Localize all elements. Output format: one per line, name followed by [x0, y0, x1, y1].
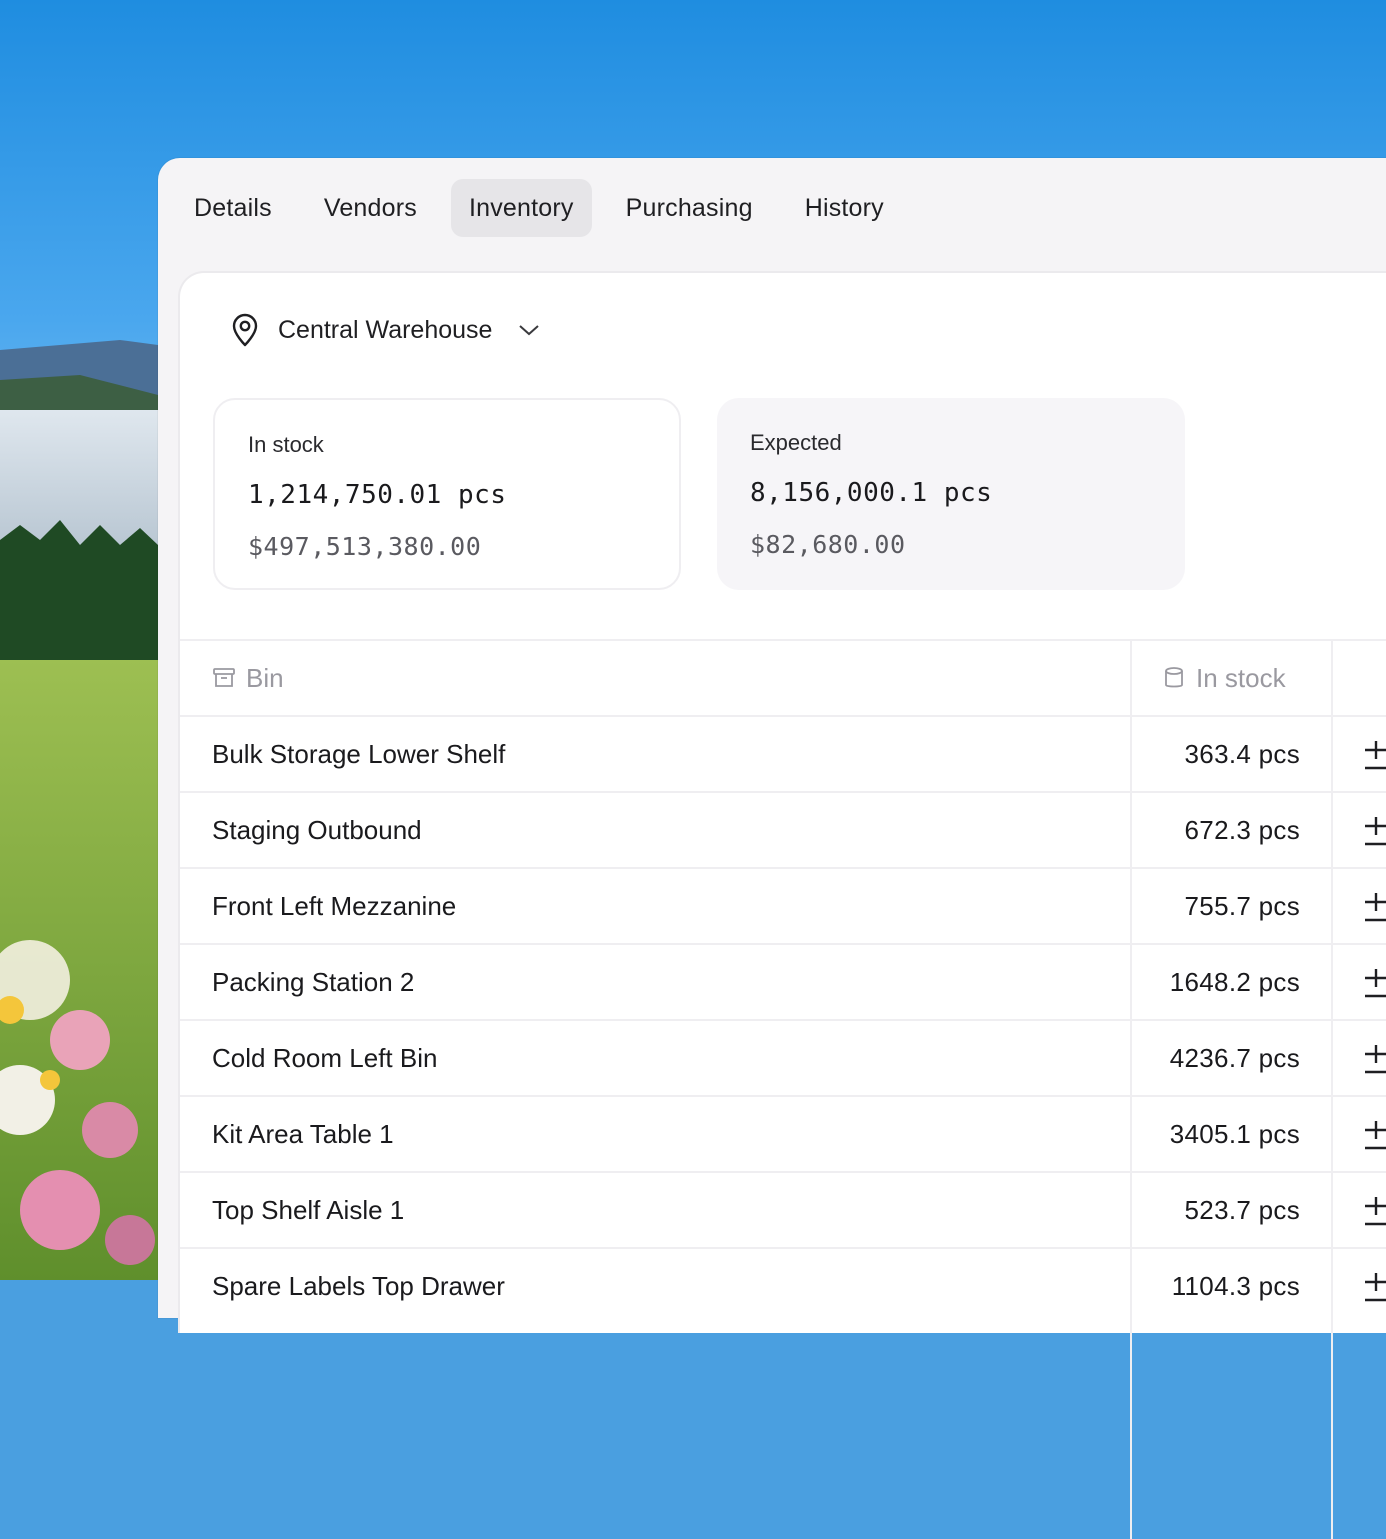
in-stock-value: $497,513,380.00 [248, 532, 482, 561]
table-row[interactable]: Cold Room Left Bin 4236.7 pcs [180, 1019, 1386, 1095]
in-stock-label: In stock [248, 432, 324, 457]
expected-summary: Expected 8,156,000.1 pcs $82,680.00 [717, 398, 1185, 590]
plus-minus-icon[interactable] [1363, 1043, 1386, 1075]
inventory-card: Central Warehouse In stock 1,214,750.01 … [178, 271, 1386, 1539]
tab-history[interactable]: History [787, 179, 902, 237]
chevron-down-icon [519, 325, 540, 336]
bin-name: Top Shelf Aisle 1 [212, 1194, 405, 1225]
bin-name: Staging Outbound [212, 814, 422, 845]
plus-minus-icon[interactable] [1363, 739, 1386, 771]
bin-quantity: 363.4 pcs [1184, 738, 1300, 769]
column-header-bin[interactable]: Bin [212, 663, 284, 694]
bin-name: Kit Area Table 1 [212, 1118, 394, 1149]
bin-name: Packing Station 2 [212, 966, 415, 997]
in-stock-summary: In stock 1,214,750.01 pcs $497,513,380.0… [213, 398, 681, 590]
table-row[interactable]: Bulk Storage Lower Shelf 363.4 pcs [180, 715, 1386, 791]
plus-minus-icon[interactable] [1363, 967, 1386, 999]
location-selector[interactable]: Central Warehouse [230, 313, 540, 347]
bin-quantity: 672.3 pcs [1184, 814, 1300, 845]
bin-name: Bulk Storage Lower Shelf [212, 738, 506, 769]
table-row[interactable]: Kit Area Table 1 3405.1 pcs [180, 1095, 1386, 1171]
bin-table: Bin In stock Bulk Storage Lower Shelf 36… [180, 639, 1386, 1539]
table-header: Bin In stock [180, 639, 1386, 715]
tab-purchasing[interactable]: Purchasing [608, 179, 771, 237]
tab-details[interactable]: Details [176, 179, 290, 237]
expected-label: Expected [750, 430, 842, 455]
bin-quantity: 3405.1 pcs [1169, 1118, 1300, 1149]
bin-quantity: 523.7 pcs [1184, 1194, 1300, 1225]
column-header-in-stock-label: In stock [1196, 662, 1286, 693]
bin-name: Front Left Mezzanine [212, 890, 457, 921]
column-header-bin-label: Bin [246, 662, 284, 693]
bin-quantity: 1648.2 pcs [1169, 966, 1300, 997]
bin-quantity: 755.7 pcs [1184, 890, 1300, 921]
plus-minus-icon[interactable] [1363, 1195, 1386, 1227]
location-name: Central Warehouse [278, 315, 493, 344]
archive-box-icon [213, 668, 235, 687]
table-row[interactable]: Packing Station 2 1648.2 pcs [180, 943, 1386, 1019]
map-pin-icon [232, 313, 258, 347]
bin-quantity: 4236.7 pcs [1169, 1042, 1300, 1073]
product-panel: Details Vendors Inventory Purchasing His… [158, 158, 1386, 1539]
plus-minus-icon[interactable] [1363, 1119, 1386, 1151]
table-row[interactable]: Staging Outbound 672.3 pcs [180, 791, 1386, 867]
table-row[interactable]: Top Shelf Aisle 1 523.7 pcs [180, 1171, 1386, 1247]
expected-quantity: 8,156,000.1 pcs [750, 478, 993, 508]
column-header-in-stock[interactable]: In stock [1162, 663, 1286, 694]
plus-minus-icon[interactable] [1363, 891, 1386, 923]
table-row[interactable]: Front Left Mezzanine 755.7 pcs [180, 867, 1386, 943]
tab-bar: Details Vendors Inventory Purchasing His… [178, 179, 918, 237]
tab-inventory[interactable]: Inventory [450, 179, 592, 237]
table-row[interactable]: Spare Labels Top Drawer 1104.3 pcs [180, 1247, 1386, 1323]
bin-name: Spare Labels Top Drawer [212, 1270, 505, 1301]
in-stock-quantity: 1,214,750.01 pcs [248, 480, 507, 510]
plus-minus-icon[interactable] [1363, 815, 1386, 847]
bin-quantity: 1104.3 pcs [1171, 1270, 1300, 1301]
expected-value: $82,680.00 [750, 530, 906, 559]
cylinder-stock-icon [1165, 667, 1183, 688]
tab-vendors[interactable]: Vendors [306, 179, 435, 237]
plus-minus-icon[interactable] [1363, 1271, 1386, 1303]
bin-name: Cold Room Left Bin [212, 1042, 438, 1073]
